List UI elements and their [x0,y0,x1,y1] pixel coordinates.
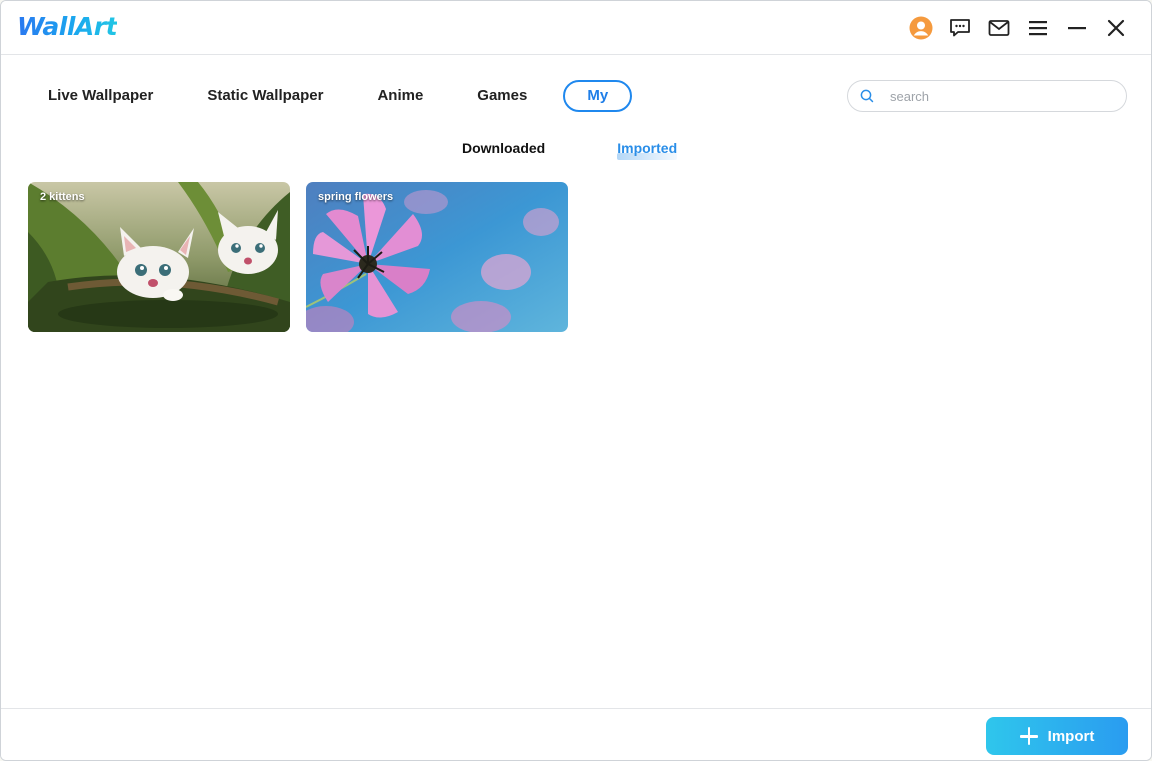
flower-thumbnail [306,182,568,332]
user-avatar-icon[interactable] [908,15,934,41]
mail-icon[interactable] [986,15,1012,41]
wallpaper-title: 2 kittens [40,191,85,203]
category-nav: Live Wallpaper Static Wallpaper Anime Ga… [21,79,633,113]
tab-games[interactable]: Games [450,80,554,112]
window-controls [908,15,1129,41]
wallpaper-grid: 2 kittens spring flowers [28,182,568,332]
wallpaper-card[interactable]: spring flowers [306,182,568,332]
wallpaper-title: spring flowers [318,191,394,203]
menu-icon[interactable] [1025,15,1051,41]
my-subtabs: Downloaded Imported [462,140,677,160]
close-icon[interactable] [1103,15,1129,41]
app-window: WallArt Live Wallpaper Static Wallpaper … [0,0,1152,761]
kittens-thumbnail [28,182,290,332]
import-button[interactable]: Import [986,717,1128,755]
plus-icon [1019,727,1038,745]
wallpaper-card[interactable]: 2 kittens [28,182,290,332]
subtab-downloaded[interactable]: Downloaded [462,140,545,156]
import-label: Import [1047,727,1095,745]
search-box[interactable] [847,80,1127,112]
minimize-icon[interactable] [1064,15,1090,41]
tab-live-wallpaper[interactable]: Live Wallpaper [21,80,180,112]
app-logo: WallArt [17,12,118,41]
search-icon [860,89,874,103]
tab-my[interactable]: My [563,80,633,112]
footer-bar: Import [1,708,1151,760]
subtab-imported[interactable]: Imported [617,140,677,160]
title-bar: WallArt [1,1,1151,55]
tab-anime[interactable]: Anime [350,80,450,112]
message-icon[interactable] [947,15,973,41]
search-input[interactable] [888,87,1112,105]
tab-static-wallpaper[interactable]: Static Wallpaper [180,80,350,112]
